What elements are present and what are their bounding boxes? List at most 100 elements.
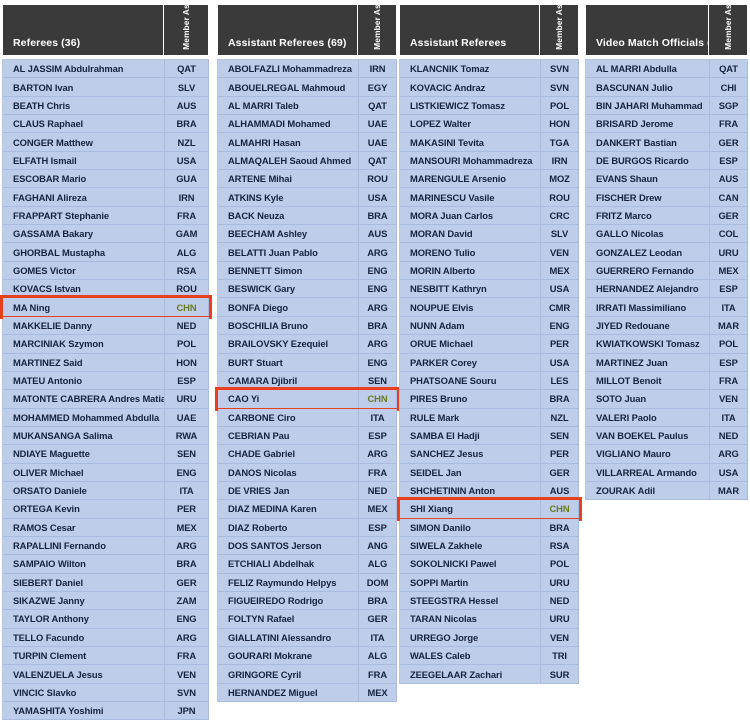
table-row[interactable]: MOHAMMED Mohammed Abdulla UAE <box>3 408 209 427</box>
table-row[interactable]: MORIN Alberto MEX <box>400 261 579 281</box>
table-row[interactable]: TAYLOR Anthony ENG <box>3 610 209 629</box>
table-row[interactable]: YAMASHITA Yoshimi JPN <box>3 702 209 720</box>
table-row[interactable]: CONGER Matthew NZL <box>3 133 209 152</box>
table-row[interactable]: CHADE Gabriel ARG <box>218 445 397 464</box>
table-row[interactable]: MARENGULE Arsenio MOZ <box>400 170 579 189</box>
table-row[interactable]: GIALLATINI Alessandro ITA <box>218 628 397 647</box>
table-row[interactable]: FAGHANI Alireza IRN <box>3 188 209 207</box>
table-row[interactable]: GHORBAL Mustapha ALG <box>3 243 209 262</box>
table-row[interactable]: CAMARA Djibril SEN <box>218 371 397 391</box>
table-row[interactable]: OLIVER Michael ENG <box>3 463 209 482</box>
table-row[interactable]: KWIATKOWSKI Tomasz POL <box>586 335 748 354</box>
table-row[interactable]: ALHAMMADI Mohamed UAE <box>218 115 397 134</box>
table-row[interactable]: MANSOURI Mohammadreza IRN <box>400 151 579 171</box>
table-row[interactable]: LOPEZ Walter HON <box>400 115 579 134</box>
table-row[interactable]: CARBONE Ciro ITA <box>218 408 397 427</box>
table-row[interactable]: CEBRIAN Pau ESP <box>218 426 397 446</box>
table-row[interactable]: MATEU Antonio ESP <box>3 371 209 391</box>
table-row[interactable]: ATKINS Kyle USA <box>218 188 397 207</box>
table-row[interactable]: GALLO Nicolas COL <box>586 225 748 244</box>
table-row[interactable]: TURPIN Clement FRA <box>3 647 209 666</box>
table-row[interactable]: MORA Juan Carlos CRC <box>400 206 579 226</box>
table-row[interactable]: GOURARI Mokrane ALG <box>218 647 397 666</box>
table-row[interactable]: SIMON Danilo BRA <box>400 518 579 537</box>
table-row[interactable]: SIKAZWE Janny ZAM <box>3 591 209 611</box>
table-row[interactable]: BESWICK Gary ENG <box>218 280 397 299</box>
table-row[interactable]: ALMAHRI Hasan UAE <box>218 133 397 152</box>
table-row[interactable]: BURT Stuart ENG <box>218 353 397 372</box>
table-row[interactable]: ORSATO Daniele ITA <box>3 481 209 501</box>
table-row[interactable]: DOS SANTOS Jerson ANG <box>218 536 397 556</box>
table-row[interactable]: BIN JAHARI Muhammad SGP <box>586 96 748 116</box>
table-row[interactable]: FELIZ Raymundo Helpys DOM <box>218 573 397 592</box>
table-row[interactable]: KLANCNIK Tomaz SVN <box>400 60 579 79</box>
table-row[interactable]: LISTKIEWICZ Tomasz POL <box>400 96 579 116</box>
table-row[interactable]: AL MARRI Taleb QAT <box>218 96 397 116</box>
table-row[interactable]: TELLO Facundo ARG <box>3 628 209 647</box>
table-row[interactable]: DANKERT Bastian GER <box>586 133 748 152</box>
table-row[interactable]: MUKANSANGA Salima RWA <box>3 426 209 446</box>
table-row[interactable]: FRITZ Marco GER <box>586 206 748 226</box>
table-row[interactable]: SHCHETININ Anton AUS <box>400 481 579 501</box>
table-row[interactable]: RULE Mark NZL <box>400 408 579 427</box>
table-row[interactable]: ELFATH Ismail USA <box>3 151 209 171</box>
table-row[interactable]: MARTINEZ Juan ESP <box>586 353 748 372</box>
table-row[interactable]: CAO Yi CHN <box>215 387 400 411</box>
table-row[interactable]: MARTINEZ Said HON <box>3 353 209 372</box>
table-row[interactable]: GUERRERO Fernando MEX <box>586 261 748 281</box>
table-row[interactable]: SOPPI Martin URU <box>400 573 579 592</box>
table-row[interactable]: FOLTYN Rafael GER <box>218 610 397 629</box>
table-row[interactable]: EVANS Shaun AUS <box>586 170 748 189</box>
table-row[interactable]: BRAILOVSKY Ezequiel ARG <box>218 335 397 354</box>
table-row[interactable]: URREGO Jorge VEN <box>400 628 579 647</box>
table-row[interactable]: SOKOLNICKI Pawel POL <box>400 555 579 574</box>
table-row[interactable]: MARCINIAK Szymon POL <box>3 335 209 354</box>
table-row[interactable]: MATONTE CABRERA Andres Matias URU <box>3 390 209 409</box>
table-row[interactable]: MARINESCU Vasile ROU <box>400 188 579 207</box>
table-row[interactable]: VALENZUELA Jesus VEN <box>3 665 209 684</box>
table-row[interactable]: BONFA Diego ARG <box>218 298 397 317</box>
table-row[interactable]: SIEBERT Daniel GER <box>3 573 209 592</box>
table-row[interactable]: BENNETT Simon ENG <box>218 261 397 281</box>
table-row[interactable]: KOVACS Istvan ROU <box>3 280 209 299</box>
table-row[interactable]: NDIAYE Maguette SEN <box>3 445 209 464</box>
table-row[interactable]: BEECHAM Ashley AUS <box>218 225 397 244</box>
table-row[interactable]: BOSCHILIA Bruno BRA <box>218 316 397 336</box>
table-row[interactable]: BELATTI Juan Pablo ARG <box>218 243 397 262</box>
table-row[interactable]: BEATH Chris AUS <box>3 96 209 116</box>
table-row[interactable]: BASCUNAN Julio CHI <box>586 78 748 97</box>
table-row[interactable]: GONZALEZ Leodan URU <box>586 243 748 262</box>
table-row[interactable]: DIAZ MEDINA Karen MEX <box>218 500 397 519</box>
table-row[interactable]: SIWELA Zakhele RSA <box>400 536 579 556</box>
table-row[interactable]: ORUE Michael PER <box>400 335 579 354</box>
table-row[interactable]: MILLOT Benoit FRA <box>586 371 748 391</box>
table-row[interactable]: NUNN Adam ENG <box>400 316 579 336</box>
table-row[interactable]: NOUPUE Elvis CMR <box>400 298 579 317</box>
table-row[interactable]: RAMOS Cesar MEX <box>3 518 209 537</box>
table-row[interactable]: PARKER Corey USA <box>400 353 579 372</box>
table-row[interactable]: SEIDEL Jan GER <box>400 463 579 482</box>
table-row[interactable]: HERNANDEZ Miguel MEX <box>218 683 397 703</box>
table-row[interactable]: DE VRIES Jan NED <box>218 481 397 501</box>
table-row[interactable]: RAPALLINI Fernando ARG <box>3 536 209 556</box>
table-row[interactable]: STEEGSTRA Hessel NED <box>400 591 579 611</box>
table-row[interactable]: ALMAQALEH Saoud Ahmed QAT <box>218 151 397 171</box>
table-row[interactable]: ARTENE Mihai ROU <box>218 170 397 189</box>
table-row[interactable]: DIAZ Roberto ESP <box>218 518 397 537</box>
table-row[interactable]: PHATSOANE Souru LES <box>400 371 579 391</box>
table-row[interactable]: MORAN David SLV <box>400 225 579 244</box>
table-row[interactable]: SHI Xiang CHN <box>397 497 582 521</box>
table-row[interactable]: VALERI Paolo ITA <box>586 408 748 427</box>
table-row[interactable]: BRISARD Jerome FRA <box>586 115 748 134</box>
table-row[interactable]: VILLARREAL Armando USA <box>586 463 748 482</box>
table-row[interactable]: GASSAMA Bakary GAM <box>3 225 209 244</box>
table-row[interactable]: KOVACIC Andraz SVN <box>400 78 579 97</box>
table-row[interactable]: AL MARRI Abdulla QAT <box>586 60 748 79</box>
table-row[interactable]: VAN BOEKEL Paulus NED <box>586 426 748 446</box>
table-row[interactable]: FIGUEIREDO Rodrigo BRA <box>218 591 397 611</box>
table-row[interactable]: HERNANDEZ Alejandro ESP <box>586 280 748 299</box>
table-row[interactable]: PIRES Bruno BRA <box>400 390 579 409</box>
table-row[interactable]: VIGLIANO Mauro ARG <box>586 445 748 464</box>
table-row[interactable]: VINCIC Slavko SVN <box>3 683 209 703</box>
table-row[interactable]: MAKASINI Tevita TGA <box>400 133 579 152</box>
